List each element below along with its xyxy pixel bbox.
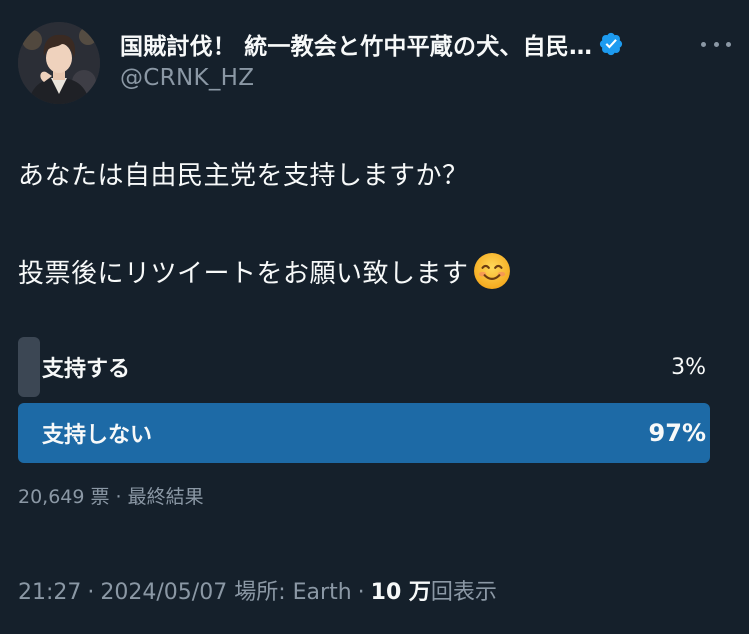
- tweet-text-line-2-text: 投票後にリツイートをお願い致します: [18, 258, 469, 289]
- poll-option-support: 支持する 3%: [18, 337, 710, 397]
- more-options-icon[interactable]: [701, 34, 731, 54]
- tweet-time[interactable]: 21:27: [18, 580, 81, 605]
- tweet-text-line-2: 投票後にリツイートをお願い致します: [18, 252, 511, 290]
- views-count: 10 万: [370, 580, 431, 605]
- poll-meta: 20,649 票 · 最終結果: [18, 486, 204, 508]
- author-handle[interactable]: @CRNK_HZ: [120, 65, 254, 91]
- poll-option-label: 支持しない: [42, 423, 153, 448]
- verified-badge-icon: [600, 32, 623, 56]
- tweet-text-line-1: あなたは自由民主党を支持しますか？: [18, 161, 469, 191]
- tweet-card: 国賊討伐！ 統一教会と竹中平蔵の犬、自民… @CRNK_HZ あなたは自由民主党…: [0, 0, 749, 634]
- poll-status: 最終結果: [127, 486, 204, 508]
- author-name-row: 国賊討伐！ 統一教会と竹中平蔵の犬、自民…: [120, 27, 700, 61]
- author-display-name[interactable]: 国賊討伐！ 統一教会と竹中平蔵の犬、自民…: [120, 27, 592, 61]
- poll-option-percent: 3%: [671, 354, 706, 380]
- poll-option-percent: 97%: [648, 419, 706, 447]
- avatar[interactable]: [18, 22, 100, 104]
- smiling-face-emoji: [473, 253, 510, 289]
- poll-option-label: 支持する: [42, 357, 131, 382]
- poll-votes: 20,649 票: [18, 486, 110, 508]
- location-value: Earth: [292, 580, 352, 605]
- poll-bar-support: [18, 337, 40, 397]
- tweet-date[interactable]: 2024/05/07: [100, 580, 227, 605]
- poll-option-oppose: 支持しない 97%: [18, 403, 710, 463]
- views-label: 回表示: [430, 580, 497, 605]
- tweet-timestamp: 21:27 · 2024/05/07 場所: Earth · 10 万回表示: [18, 580, 497, 605]
- location-label: 場所:: [234, 580, 286, 605]
